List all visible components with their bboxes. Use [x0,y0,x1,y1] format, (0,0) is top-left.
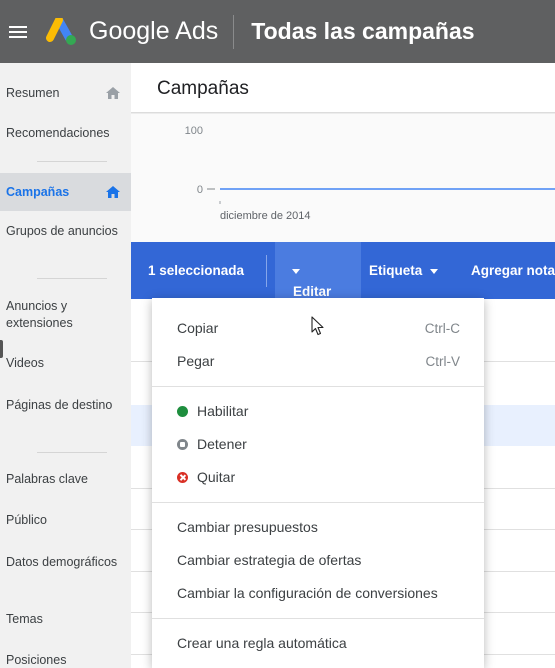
menu-item-change-conversions[interactable]: Cambiar la configuración de conversiones [152,577,484,610]
sidebar-divider [37,161,107,162]
menu-item-pause[interactable]: Detener [152,428,484,461]
sidebar-item-label: Resumen [6,86,60,100]
menu-item-label: Quitar [197,469,236,485]
hamburger-menu-icon[interactable] [9,25,27,38]
add-note-button[interactable]: Agregar nota [471,263,555,278]
sidebar-item-palabras-clave[interactable]: Palabras clave [0,471,131,488]
sidebar-item-label: Anuncios y extensiones [6,299,73,330]
edit-dropdown-menu: Copiar Ctrl-C Pegar Ctrl-V Habilitar Det… [152,298,484,668]
brand-name: Google Ads [89,17,219,45]
sidebar-divider [37,278,107,279]
sidebar-item-paginas-de-destino[interactable]: Páginas de destino [0,397,131,414]
selection-action-bar: 1 seleccionada Editar Etiqueta Agregar n… [131,242,555,299]
edit-button-label: Editar [293,284,332,299]
chevron-down-icon [430,268,439,274]
x-tick-label: diciembre de 2014 [220,210,311,222]
sidebar-item-recomendaciones[interactable]: Recomendaciones [0,121,131,145]
sidebar-scrollbar-handle[interactable] [0,340,3,358]
sidebar-item-label: Posiciones [6,653,67,667]
add-note-label: Agregar nota [471,263,555,278]
sidebar-item-label: Público [6,513,47,527]
edit-dropdown-button[interactable]: Editar [275,242,361,299]
shortcut-label: Ctrl-C [424,321,460,336]
menu-item-remove[interactable]: Quitar [152,461,484,494]
sidebar-item-label: Datos demográficos [6,555,118,569]
menu-divider [152,502,484,503]
sidebar-item-label: Recomendaciones [6,126,110,140]
main-title: Campañas [157,78,249,99]
menu-item-label: Copiar [177,320,219,336]
enabled-status-icon [177,405,188,417]
home-icon [106,186,120,198]
label-dropdown-button[interactable]: Etiqueta [369,263,439,278]
sidebar-item-temas[interactable]: Temas [0,611,131,628]
top-app-bar: Google Ads Todas las campañas [0,0,555,63]
header-divider [233,14,235,49]
page-heading: Todas las campañas [251,18,475,44]
sidebar-item-campanas[interactable]: Campañas [0,173,131,211]
y-tick-label: 0 [197,184,203,196]
performance-chart: 100 0 diciembre de 2014 [131,114,555,242]
sidebar-item-label: Campañas [6,185,70,199]
selection-count: 1 seleccionada [148,263,245,278]
menu-item-label: Habilitar [197,403,249,419]
removed-status-icon [177,471,188,483]
menu-divider [152,618,484,619]
paused-status-icon [177,438,188,450]
home-icon [106,87,120,99]
menu-item-change-bid-strategy[interactable]: Cambiar estrategia de ofertas [152,544,484,577]
menu-item-label: Cambiar la configuración de conversiones [177,585,438,601]
selection-divider [266,255,267,287]
sidebar-item-posiciones[interactable]: Posiciones [0,652,131,668]
sidebar-item-resumen[interactable]: Resumen [0,81,131,105]
sidebar-item-grupos-de-anuncios[interactable]: Grupos de anuncios [0,223,131,240]
sidebar-item-label: Grupos de anuncios [6,224,118,238]
menu-item-label: Cambiar estrategia de ofertas [177,552,362,568]
menu-item-enable[interactable]: Habilitar [152,395,484,428]
sidebar-item-label: Temas [6,612,43,626]
main-header: Campañas [131,63,555,113]
sidebar-item-label: Páginas de destino [6,398,113,412]
chevron-down-icon [292,268,300,274]
menu-item-label: Detener [197,436,247,452]
menu-divider [152,386,484,387]
sidebar-item-publico[interactable]: Público [0,512,131,529]
sidebar-divider [37,452,107,453]
menu-item-label: Cambiar presupuestos [177,519,318,535]
sidebar-item-datos-demograficos[interactable]: Datos demográficos [0,554,131,571]
menu-item-create-rule[interactable]: Crear una regla automática [152,627,484,660]
shortcut-label: Ctrl-V [425,354,461,369]
sidebar-item-videos[interactable]: Videos [0,355,131,372]
sidebar-item-label: Videos [6,356,44,370]
menu-item-paste[interactable]: Pegar Ctrl-V [152,345,484,378]
menu-item-label: Crear una regla automática [177,635,347,651]
menu-item-label: Pegar [177,353,215,369]
mouse-cursor-icon [311,316,324,336]
y-tick-label: 100 [185,125,203,137]
menu-item-change-budgets[interactable]: Cambiar presupuestos [152,511,484,544]
sidebar-item-label: Palabras clave [6,472,88,486]
sidebar-item-anuncios-y-extensiones[interactable]: Anuncios y extensiones [0,298,131,332]
google-ads-logo[interactable] [46,17,80,46]
sidebar-nav: Resumen Recomendaciones Campañas Grupos … [0,63,131,668]
label-button-label: Etiqueta [369,263,423,278]
performance-chart-svg: 100 0 diciembre de 2014 [185,125,555,222]
